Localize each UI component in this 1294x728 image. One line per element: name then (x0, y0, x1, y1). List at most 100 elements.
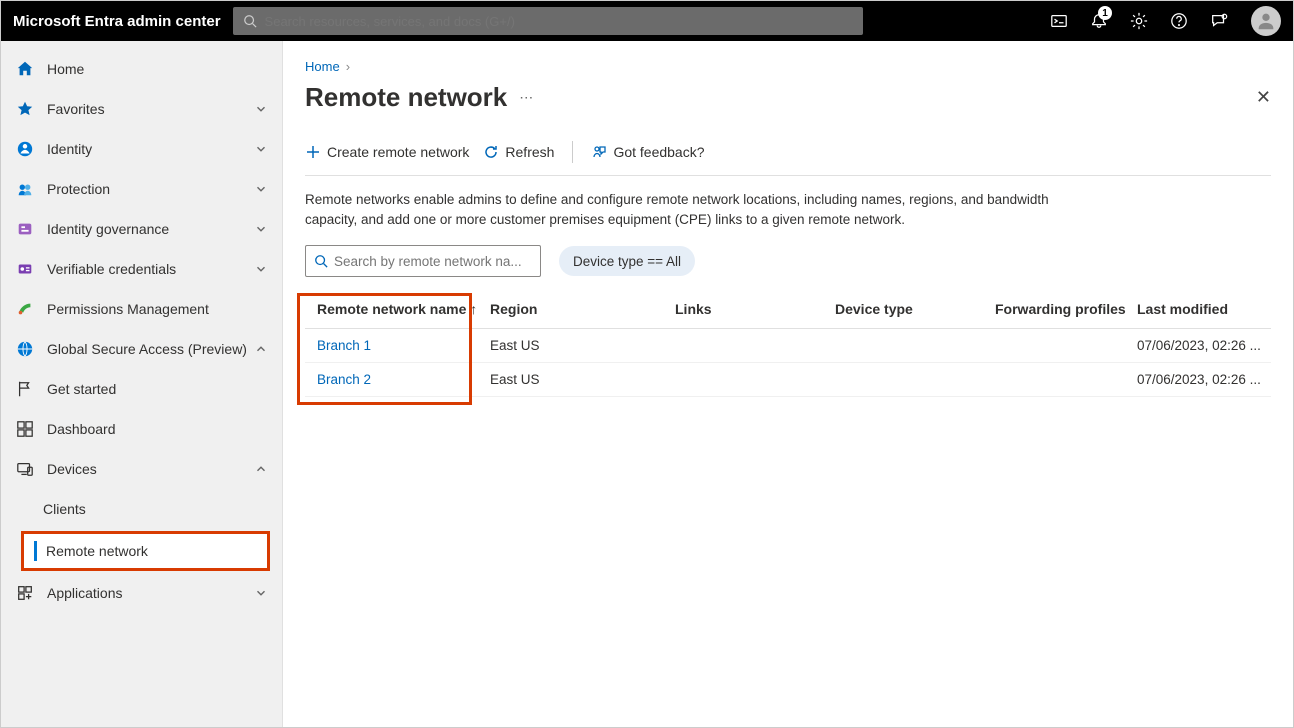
column-links[interactable]: Links (675, 301, 835, 317)
identity-icon (15, 139, 35, 159)
chevron-down-icon (254, 142, 268, 156)
sidebar-label: Applications (47, 585, 123, 601)
sidebar-item-get-started[interactable]: Get started (1, 369, 282, 409)
column-device[interactable]: Device type (835, 301, 995, 317)
notifications-icon[interactable]: 1 (1081, 3, 1117, 39)
sidebar-item-ver-cred[interactable]: Verifiable credentials (1, 249, 282, 289)
page-description: Remote networks enable admins to define … (305, 190, 1085, 229)
sidebar: Home Favorites Identity Protection Ident… (1, 41, 283, 727)
sidebar-label: Favorites (47, 101, 105, 117)
toolbar-label: Create remote network (327, 144, 469, 160)
column-forward[interactable]: Forwarding profiles (995, 301, 1137, 317)
table-row[interactable]: Branch 1 East US 07/06/2023, 02:26 ... (305, 329, 1271, 363)
notification-badge: 1 (1098, 6, 1112, 20)
remote-network-table: Remote network name ↑ Region Links Devic… (305, 289, 1271, 397)
refresh-button[interactable]: Refresh (483, 144, 554, 160)
chevron-down-icon (254, 586, 268, 600)
cloud-shell-icon[interactable] (1041, 3, 1077, 39)
column-region[interactable]: Region (490, 301, 675, 317)
filter-label: Device type == All (573, 254, 681, 269)
protection-icon (15, 179, 35, 199)
sidebar-label: Verifiable credentials (47, 261, 176, 277)
toolbar: Create remote network Refresh Got feedba… (305, 135, 1271, 176)
sidebar-label: Clients (43, 501, 86, 517)
feedback-button[interactable]: Got feedback? (591, 144, 704, 160)
cell-region: East US (490, 372, 675, 387)
global-search-input[interactable] (265, 14, 853, 29)
sidebar-label: Devices (47, 461, 97, 477)
toolbar-label: Got feedback? (613, 144, 704, 160)
main-content: Home › Remote network ⋯ ✕ Create remote … (283, 41, 1293, 727)
toolbar-separator (572, 141, 573, 163)
sidebar-item-identity[interactable]: Identity (1, 129, 282, 169)
toolbar-label: Refresh (505, 144, 554, 160)
global-search[interactable] (233, 7, 863, 35)
more-actions-button[interactable]: ⋯ (519, 89, 533, 106)
chevron-up-icon (254, 462, 268, 476)
plus-icon (305, 144, 321, 160)
cell-modified: 07/06/2023, 02:26 ... (1137, 338, 1271, 353)
column-modified[interactable]: Last modified (1137, 301, 1271, 317)
settings-icon[interactable] (1121, 3, 1157, 39)
gsa-icon (15, 339, 35, 359)
sidebar-label: Identity (47, 141, 92, 157)
table-row[interactable]: Branch 2 East US 07/06/2023, 02:26 ... (305, 363, 1271, 397)
close-button[interactable]: ✕ (1256, 87, 1271, 108)
chevron-right-icon: › (346, 59, 350, 74)
flag-icon (15, 379, 35, 399)
sidebar-label: Identity governance (47, 221, 169, 237)
sidebar-item-dashboard[interactable]: Dashboard (1, 409, 282, 449)
home-icon (15, 59, 35, 79)
sidebar-item-gsa[interactable]: Global Secure Access (Preview) (1, 329, 282, 369)
governance-icon (15, 219, 35, 239)
chevron-up-icon (254, 342, 268, 356)
applications-icon (15, 583, 35, 603)
search-network-input[interactable] (334, 254, 532, 269)
sidebar-item-protection[interactable]: Protection (1, 169, 282, 209)
top-bar: Microsoft Entra admin center 1 (1, 1, 1293, 41)
sidebar-label: Remote network (46, 543, 148, 559)
credentials-icon (15, 259, 35, 279)
chevron-down-icon (254, 182, 268, 196)
devices-icon (15, 459, 35, 479)
refresh-icon (483, 144, 499, 160)
brand-label: Microsoft Entra admin center (13, 13, 221, 30)
sidebar-item-remote-network[interactable]: Remote network (21, 531, 270, 571)
sidebar-item-clients[interactable]: Clients (1, 489, 282, 529)
create-remote-network-button[interactable]: Create remote network (305, 144, 469, 160)
network-link[interactable]: Branch 1 (317, 338, 371, 353)
sidebar-item-home[interactable]: Home (1, 49, 282, 89)
sort-asc-icon: ↑ (470, 301, 477, 317)
sidebar-label: Permissions Management (47, 301, 209, 317)
permissions-icon (15, 299, 35, 319)
dashboard-icon (15, 419, 35, 439)
breadcrumb-home[interactable]: Home (305, 59, 340, 74)
feedback-icon (591, 144, 607, 160)
sidebar-label: Dashboard (47, 421, 116, 437)
page-title: Remote network (305, 82, 507, 113)
star-icon (15, 99, 35, 119)
device-type-filter[interactable]: Device type == All (559, 246, 695, 276)
feedback-icon[interactable] (1201, 3, 1237, 39)
breadcrumb: Home › (305, 59, 1271, 74)
sidebar-item-devices[interactable]: Devices (1, 449, 282, 489)
sidebar-item-favorites[interactable]: Favorites (1, 89, 282, 129)
table-header: Remote network name ↑ Region Links Devic… (305, 289, 1271, 329)
chevron-down-icon (254, 102, 268, 116)
sidebar-label: Home (47, 61, 84, 77)
sidebar-label: Protection (47, 181, 110, 197)
search-icon (243, 14, 257, 28)
user-avatar[interactable] (1251, 6, 1281, 36)
sidebar-item-perms[interactable]: Permissions Management (1, 289, 282, 329)
cell-region: East US (490, 338, 675, 353)
help-icon[interactable] (1161, 3, 1197, 39)
search-network-field[interactable] (305, 245, 541, 277)
sidebar-label: Get started (47, 381, 116, 397)
sidebar-item-id-gov[interactable]: Identity governance (1, 209, 282, 249)
chevron-down-icon (254, 222, 268, 236)
sidebar-item-applications[interactable]: Applications (1, 573, 282, 613)
cell-modified: 07/06/2023, 02:26 ... (1137, 372, 1271, 387)
search-icon (314, 254, 328, 268)
network-link[interactable]: Branch 2 (317, 372, 371, 387)
column-name[interactable]: Remote network name ↑ (305, 301, 490, 317)
